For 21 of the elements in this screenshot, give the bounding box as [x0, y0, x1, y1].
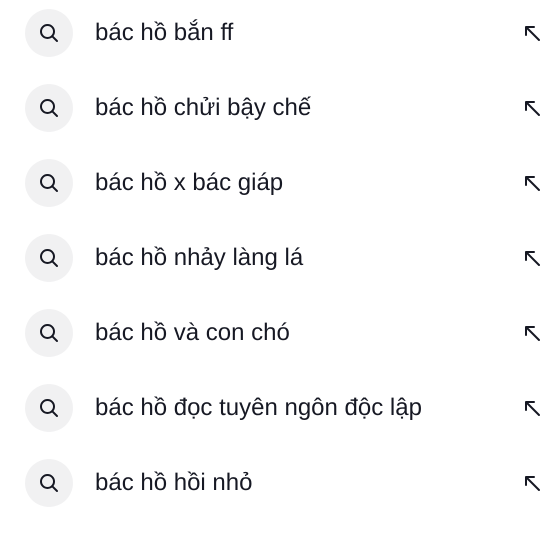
- arrow-icon[interactable]: [522, 23, 542, 43]
- suggestion-text[interactable]: bác hồ nhảy làng lá: [95, 244, 522, 272]
- suggestion-text[interactable]: bác hồ hồi nhỏ: [95, 469, 522, 497]
- arrow-icon[interactable]: [522, 98, 542, 118]
- arrow-icon[interactable]: [522, 173, 542, 193]
- search-icon: [25, 384, 73, 432]
- suggestion-text[interactable]: bác hồ và con chó: [95, 319, 522, 347]
- search-icon: [25, 234, 73, 282]
- search-icon: [25, 459, 73, 507]
- search-icon: [25, 84, 73, 132]
- suggestion-text[interactable]: bác hồ đọc tuyên ngôn độc lập: [95, 394, 522, 422]
- suggestion-text[interactable]: bác hồ bắn ff: [95, 19, 522, 47]
- search-icon: [25, 159, 73, 207]
- suggestion-text[interactable]: bác hồ x bác giáp: [95, 169, 522, 197]
- suggestion-text[interactable]: bác hồ chửi bậy chế: [95, 94, 522, 122]
- arrow-icon[interactable]: [522, 398, 542, 418]
- search-icon: [25, 309, 73, 357]
- arrow-icon[interactable]: [522, 323, 542, 343]
- arrow-icon[interactable]: [522, 248, 542, 268]
- search-icon: [25, 9, 73, 57]
- arrow-icon[interactable]: [522, 473, 542, 493]
